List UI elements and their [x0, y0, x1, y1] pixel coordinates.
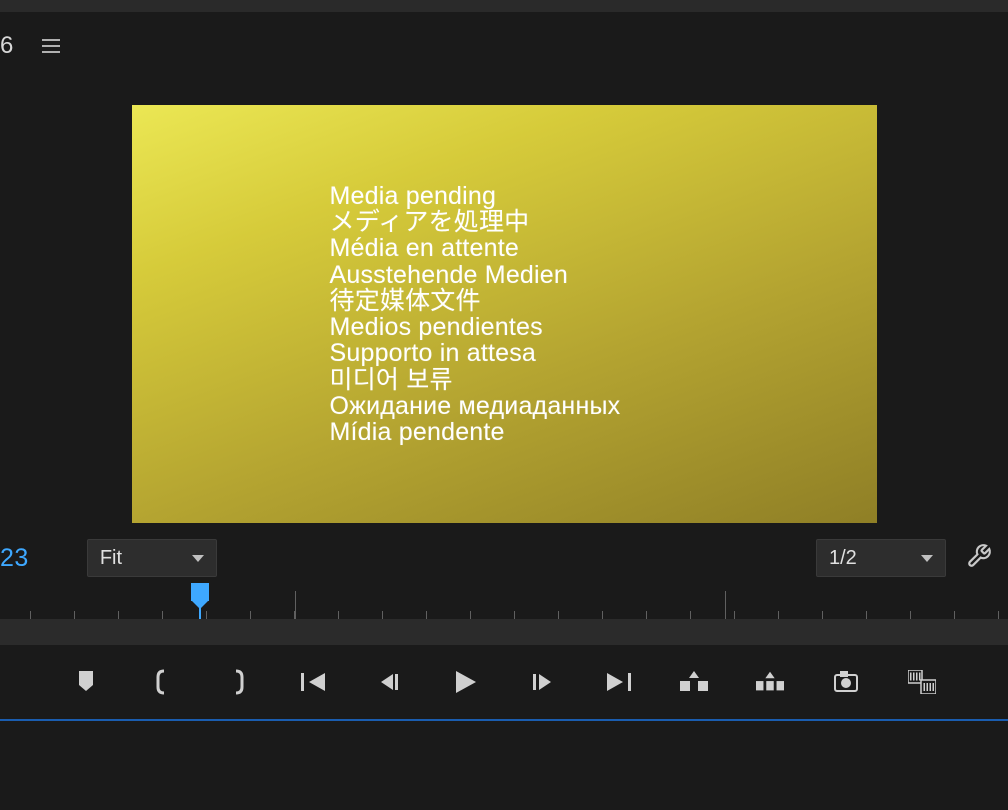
play-button[interactable]	[452, 668, 480, 696]
preview-controls: 23 Fit 1/2	[0, 531, 1008, 577]
zoom-dropdown[interactable]: Fit	[87, 539, 217, 577]
export-frame-button[interactable]	[832, 668, 860, 696]
transport-bar	[0, 645, 1008, 719]
resolution-value: 1/2	[829, 547, 857, 570]
chevron-down-icon	[921, 555, 933, 562]
menu-icon[interactable]	[42, 39, 60, 53]
header-row: 6	[0, 12, 1008, 80]
mark-in-button[interactable]	[148, 668, 176, 696]
timeline-ruler[interactable]	[0, 583, 1008, 619]
preview-frame[interactable]: Media pendingメディアを処理中Média en attenteAus…	[132, 105, 877, 523]
header-number: 6	[0, 32, 14, 60]
resolution-dropdown[interactable]: 1/2	[816, 539, 946, 577]
comparison-view-button[interactable]	[908, 668, 936, 696]
step-forward-button[interactable]	[528, 668, 556, 696]
bottom-panel	[0, 721, 1008, 801]
insert-button[interactable]	[680, 668, 708, 696]
zoom-value: Fit	[100, 547, 122, 570]
go-to-out-button[interactable]	[604, 668, 632, 696]
chevron-down-icon	[192, 555, 204, 562]
playhead[interactable]	[191, 583, 209, 601]
timecode-display[interactable]: 23	[0, 544, 29, 573]
media-pending-text: Media pendingメディアを処理中Média en attenteAus…	[330, 183, 621, 446]
top-strip	[0, 0, 1008, 12]
timeline-track[interactable]	[0, 619, 1008, 645]
add-marker-button[interactable]	[72, 668, 100, 696]
go-to-in-button[interactable]	[300, 668, 328, 696]
preview-area: Media pendingメディアを処理中Média en attenteAus…	[0, 80, 1008, 523]
step-back-button[interactable]	[376, 668, 404, 696]
settings-icon[interactable]	[966, 543, 992, 574]
overwrite-button[interactable]	[756, 668, 784, 696]
mark-out-button[interactable]	[224, 668, 252, 696]
